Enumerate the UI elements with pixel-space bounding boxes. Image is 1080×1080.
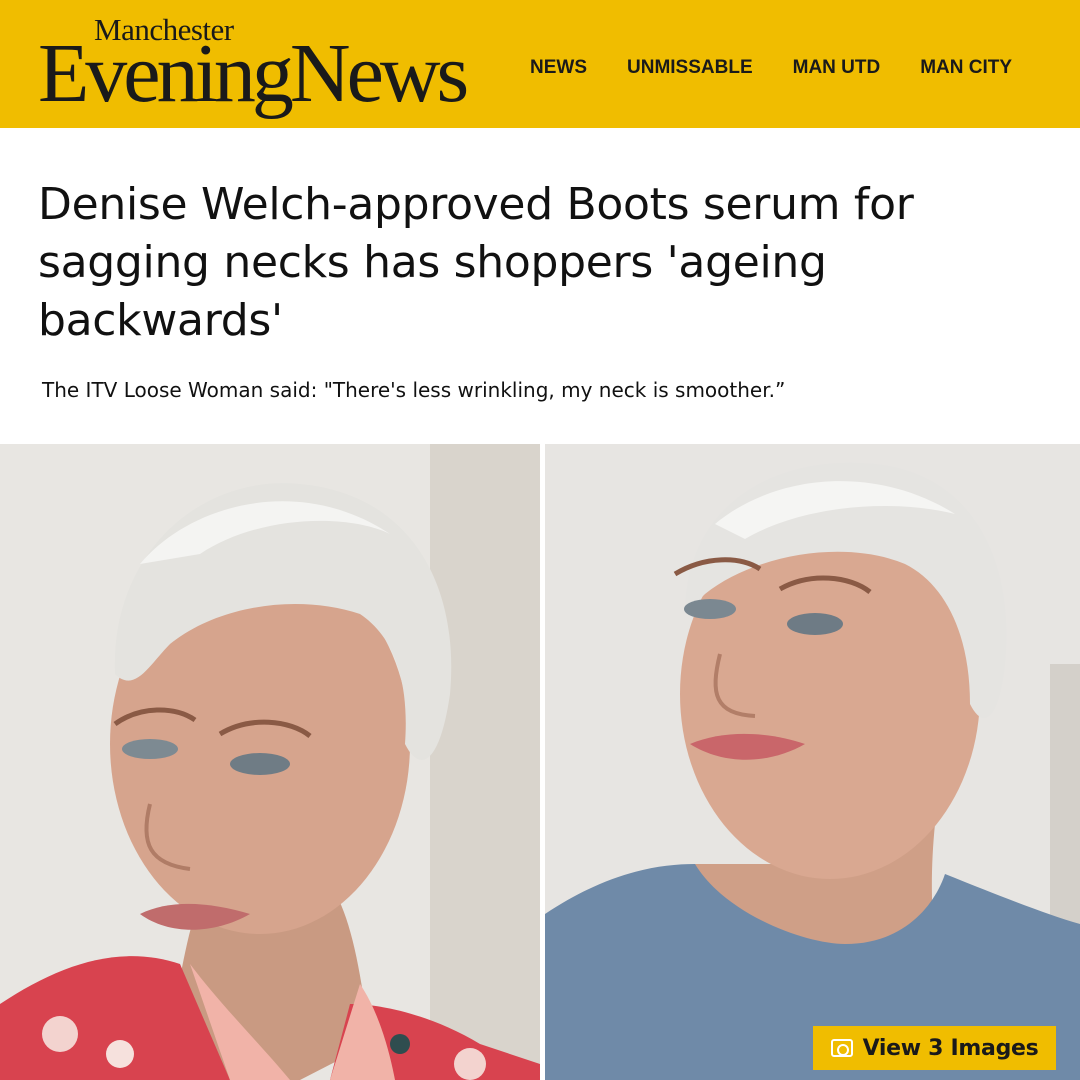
nav-item-man-city[interactable]: MAN CITY [920,56,1012,80]
hero-photo-before[interactable] [0,444,540,1080]
logo-main-text: EveningNews [38,27,469,120]
nav-item-news[interactable]: NEWS [530,56,587,80]
site-header: Manchester EveningNews NEWS UNMISSABLE M… [0,0,1080,128]
article-headline: Denise Welch-approved Boots serum for sa… [38,179,914,346]
view-images-label: View 3 Images [862,1035,1039,1061]
portrait-illustration-left [0,444,540,1080]
hero-photo-after[interactable] [545,444,1080,1080]
main-nav: NEWS UNMISSABLE MAN UTD MAN CITY [530,56,1012,80]
site-logo[interactable]: Manchester EveningNews [38,8,478,120]
article-standfirst: The ITV Loose Woman said: "There's less … [42,378,786,402]
view-images-button[interactable]: View 3 Images [813,1026,1056,1070]
portrait-illustration-right [545,444,1080,1080]
gallery-icon [830,1039,853,1057]
nav-item-man-utd[interactable]: MAN UTD [793,56,881,80]
article-hero-images [0,444,1080,1080]
nav-item-unmissable[interactable]: UNMISSABLE [627,56,753,80]
